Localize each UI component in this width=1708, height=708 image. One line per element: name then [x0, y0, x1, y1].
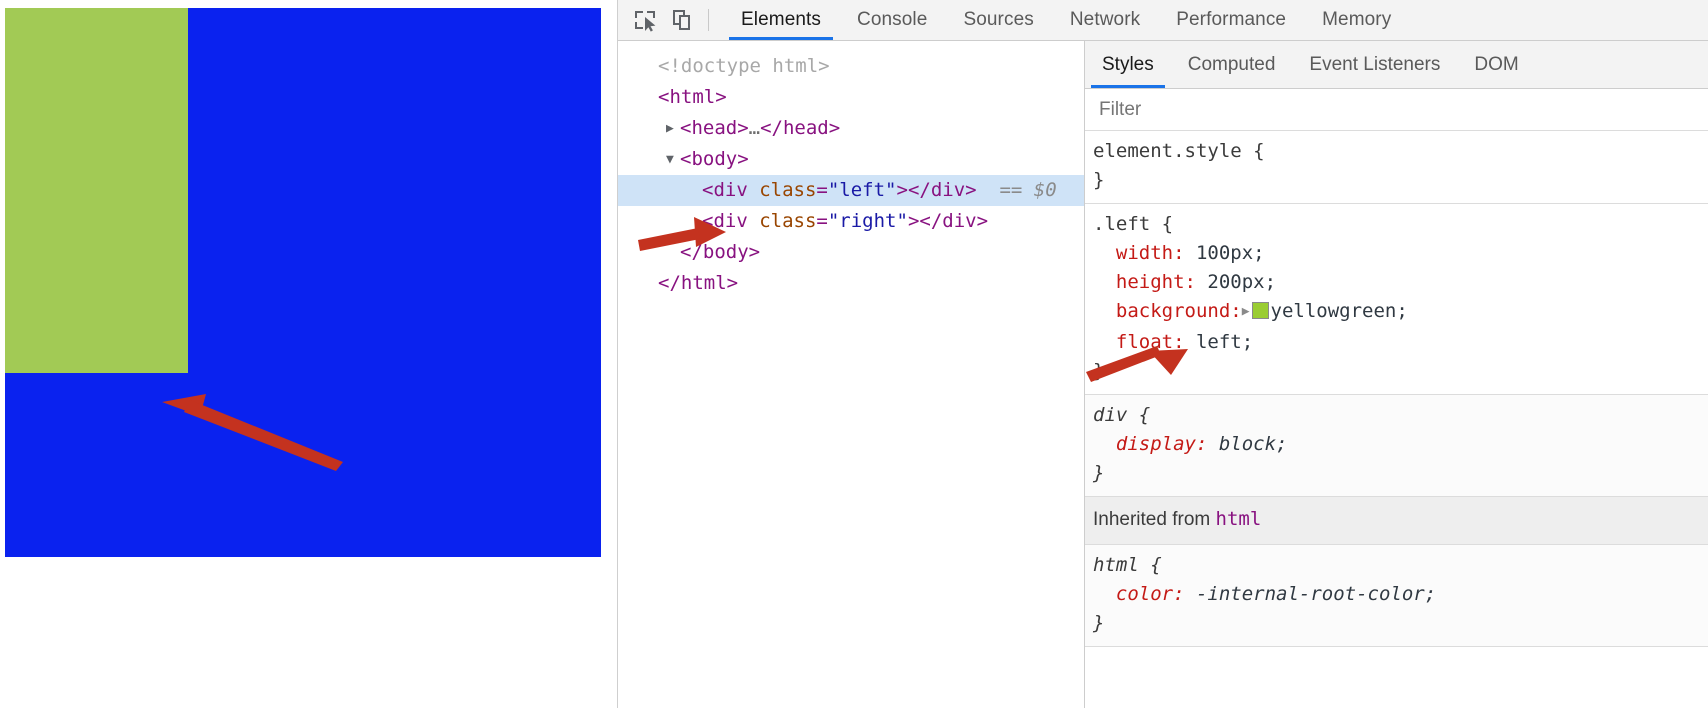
devtools-main-tabs: Elements Console Sources Network Perform… [723, 0, 1409, 40]
dom-tree-pane: <!doctype html> <html> ▶ <head>…</head> ▼ <bo… [618, 41, 1085, 708]
devtools-panel: Elements Console Sources Network Perform… [617, 0, 1708, 708]
css-rule[interactable]: div { display: block;} [1085, 395, 1708, 497]
tab-elements[interactable]: Elements [723, 0, 839, 40]
dom-token: <html> [658, 86, 727, 108]
device-toolbar-icon[interactable] [666, 4, 700, 36]
tab-styles[interactable]: Styles [1085, 41, 1171, 88]
css-declaration[interactable]: height: 200px; [1093, 268, 1708, 297]
css-declaration[interactable]: width: 100px; [1093, 239, 1708, 268]
color-swatch[interactable] [1251, 302, 1269, 319]
page-viewport [0, 0, 617, 708]
dom-token: <div [702, 210, 760, 232]
dom-token: </body> [680, 241, 761, 263]
tab-memory[interactable]: Memory [1304, 0, 1409, 40]
css-selector[interactable]: element.style { [1093, 137, 1708, 166]
dom-tree[interactable]: <!doctype html> <html> ▶ <head>…</head> ▼ <bo… [618, 41, 1084, 299]
dom-token: <!doctype html> [658, 55, 830, 77]
styles-sidebar-tabs: Styles Computed Event Listeners DOM [1085, 41, 1708, 89]
css-property-name[interactable]: color: [1093, 583, 1185, 605]
tab-performance[interactable]: Performance [1158, 0, 1304, 40]
css-property-name[interactable]: float: [1093, 331, 1185, 353]
dom-token: <div [702, 179, 760, 201]
inherited-source-selector[interactable]: html [1216, 508, 1262, 530]
styles-pane: Styles Computed Event Listeners DOM elem… [1085, 41, 1708, 708]
styles-filter-bar [1085, 89, 1708, 131]
css-rule[interactable]: .left { width: 100px; height: 200px; bac… [1085, 204, 1708, 395]
css-property-value[interactable]: 200px; [1196, 271, 1276, 293]
css-selector-text: div { [1093, 404, 1151, 426]
devtools-screenshot: Elements Console Sources Network Perform… [0, 0, 1708, 708]
expand-shorthand-icon[interactable]: ▶ [1242, 304, 1250, 319]
dom-token: </head> [760, 117, 841, 139]
css-rule[interactable]: element.style {} [1085, 131, 1708, 204]
page-canvas [5, 8, 601, 557]
dom-token: "right" [827, 210, 908, 232]
chevron-down-icon[interactable]: ▼ [666, 144, 680, 175]
chevron-right-icon[interactable]: ▶ [666, 113, 680, 144]
tab-network[interactable]: Network [1052, 0, 1158, 40]
css-selector-text: html { [1093, 554, 1162, 576]
devtools-toolbar-icons [618, 0, 723, 40]
toolbar-divider [708, 9, 709, 31]
css-property-name[interactable]: background: [1093, 300, 1242, 322]
dom-node[interactable]: <!doctype html> [618, 51, 1084, 82]
css-rule-close-brace: } [1093, 612, 1105, 634]
dom-token: "left" [827, 179, 897, 201]
inherited-label: Inherited from [1093, 509, 1216, 530]
css-selector-text: .left { [1093, 213, 1174, 235]
css-property-value[interactable]: -internal-root-color; [1185, 583, 1436, 605]
css-property-name[interactable]: width: [1093, 242, 1185, 264]
css-declaration[interactable]: background:▶ yellowgreen; [1093, 297, 1708, 328]
dom-token: <head> [680, 117, 749, 139]
css-rule-close-brace: } [1093, 169, 1105, 191]
css-rule-close-brace: } [1093, 360, 1105, 382]
dom-token: </html> [658, 272, 739, 294]
css-property-value[interactable]: yellowgreen; [1271, 300, 1408, 322]
css-property-value[interactable]: left; [1185, 331, 1253, 353]
dom-node[interactable]: ▼ <body> [618, 144, 1084, 175]
css-selector[interactable]: html { [1093, 551, 1708, 580]
devtools-toolbar: Elements Console Sources Network Perform… [618, 0, 1708, 41]
left-div-block [5, 8, 188, 373]
css-property-name[interactable]: height: [1093, 271, 1196, 293]
dom-token: = [816, 179, 828, 201]
tab-console[interactable]: Console [839, 0, 945, 40]
css-property-name[interactable]: display: [1093, 433, 1208, 455]
dom-node[interactable]: ▶ <head>…</head> [618, 113, 1084, 144]
dom-node[interactable]: <div class="right"></div> [618, 206, 1084, 237]
dom-token: == $0 [976, 179, 1057, 201]
filter-input[interactable] [1097, 97, 1664, 122]
css-property-value[interactable]: block; [1207, 433, 1288, 455]
tab-dom-breakpoints[interactable]: DOM [1457, 41, 1535, 88]
dom-token: class [759, 179, 817, 201]
inherited-from-header: Inherited from html [1085, 497, 1708, 545]
inspect-cursor-icon[interactable] [628, 4, 662, 36]
css-declaration[interactable]: display: block; [1093, 430, 1708, 459]
css-selector[interactable]: div { [1093, 401, 1708, 430]
dom-token: ></div> [907, 210, 989, 232]
css-rule[interactable]: html { color: -internal-root-color;} [1085, 545, 1708, 647]
dom-node[interactable]: <html> [618, 82, 1084, 113]
css-declaration[interactable]: float: left; [1093, 328, 1708, 357]
dom-token: = [816, 210, 828, 232]
css-selector[interactable]: .left { [1093, 210, 1708, 239]
tab-computed[interactable]: Computed [1171, 41, 1293, 88]
tab-event-listeners[interactable]: Event Listeners [1292, 41, 1457, 88]
devtools-body: <!doctype html> <html> ▶ <head>…</head> ▼ <bo… [618, 41, 1708, 708]
css-selector-text: element.style { [1093, 140, 1265, 162]
dom-token: class [759, 210, 817, 232]
dom-node-selected[interactable]: <div class="left"></div> == $0 [618, 175, 1084, 206]
dom-token: <body> [680, 148, 749, 170]
css-declaration[interactable]: color: -internal-root-color; [1093, 580, 1708, 609]
dom-token: … [748, 117, 761, 139]
dom-node[interactable]: </body> [618, 237, 1084, 268]
dom-node[interactable]: </html> [618, 268, 1084, 299]
css-rule-close-brace: } [1093, 462, 1105, 484]
dom-token: ></div> [896, 179, 977, 201]
css-property-value[interactable]: 100px; [1185, 242, 1265, 264]
css-rules-list: element.style {} .left { width: 100px; he… [1085, 131, 1708, 647]
tab-sources[interactable]: Sources [945, 0, 1051, 40]
